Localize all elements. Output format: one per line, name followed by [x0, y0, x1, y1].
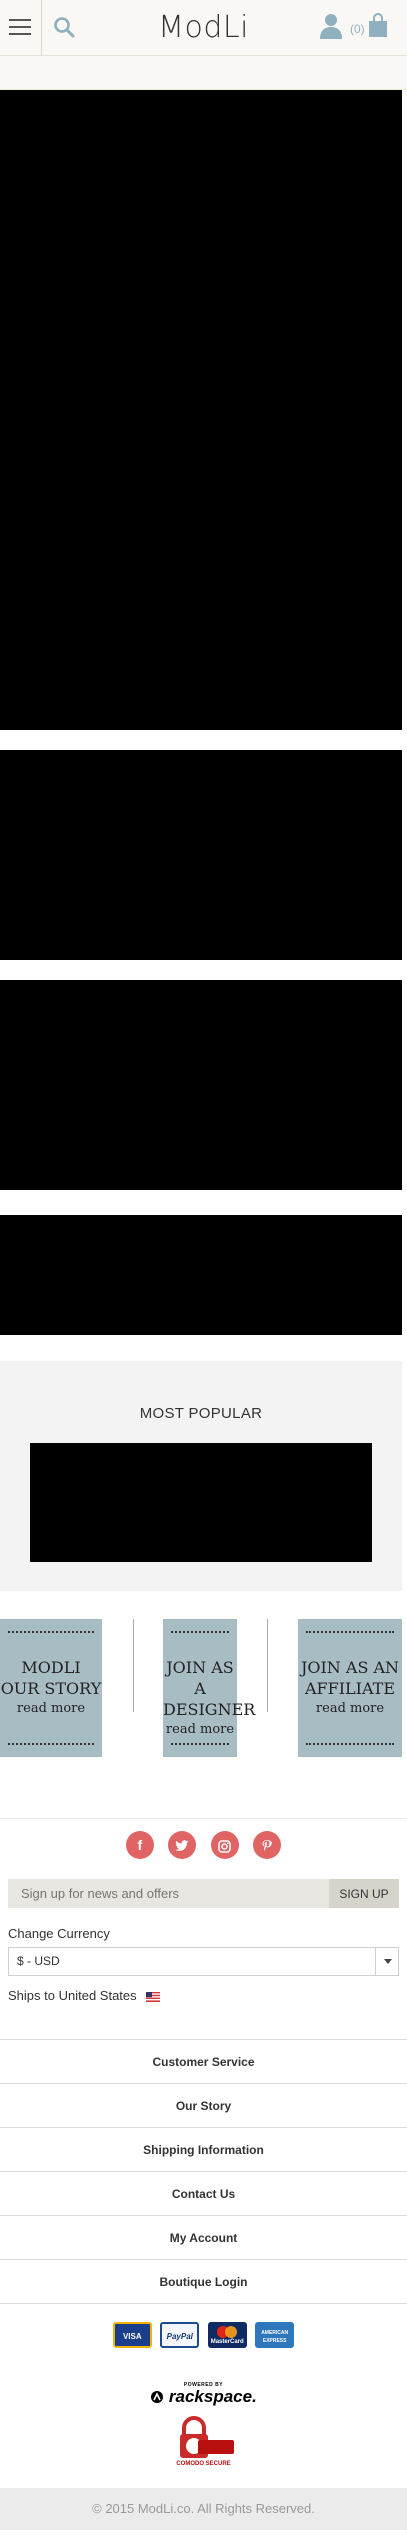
section-gap: [0, 730, 407, 750]
comodo-secure-icon: [179, 2416, 234, 2458]
page: ModLi (0) MOST POPULAR MODLI OUR STORY r…: [0, 0, 407, 2538]
card-dotted-border: [171, 1631, 229, 1633]
search-icon[interactable]: [53, 16, 75, 38]
most-popular-title: MOST POPULAR: [139, 1405, 263, 1422]
card-dotted-border: [8, 1743, 94, 1745]
hero-media[interactable]: [0, 90, 402, 730]
chevron-down-icon[interactable]: [375, 1948, 398, 1975]
copyright: © 2015 ModLi.co. All Rights Reserved.: [0, 2488, 407, 2530]
hamburger-menu-icon[interactable]: [9, 19, 31, 35]
newsletter-email-input[interactable]: [8, 1879, 329, 1908]
user-icon[interactable]: [318, 12, 344, 40]
card-dotted-border: [306, 1743, 394, 1745]
card-divider: [133, 1619, 134, 1712]
social-links: f: [0, 1831, 407, 1875]
rackspace-badge: POWERED BY rackspace.: [0, 2382, 407, 2412]
section-gap: [0, 960, 407, 980]
logo-text[interactable]: ModLi: [158, 10, 249, 45]
paypal-icon: PayPal: [160, 2322, 200, 2348]
comodo-text: COMODO SECURE: [176, 2461, 231, 2467]
card-join-designer[interactable]: JOIN AS A DESIGNER read more: [163, 1619, 256, 1757]
signup-button[interactable]: SIGN UP: [329, 1879, 399, 1908]
link-our-story[interactable]: Our Story: [0, 2084, 407, 2128]
rackspace-text: rackspace.: [168, 2387, 257, 2406]
link-shipping-information[interactable]: Shipping Information: [0, 2128, 407, 2172]
currency-value: $ - USD: [17, 1954, 60, 1968]
header-divider: [41, 0, 42, 56]
card-dotted-border: [8, 1631, 94, 1633]
currency-select[interactable]: $ - USD: [8, 1947, 399, 1976]
banner-media-3[interactable]: [0, 1215, 402, 1335]
site-header: ModLi (0): [0, 0, 407, 56]
site-footer: f SIGN UP Change Currency $ - USD Ships …: [0, 1818, 407, 2530]
header-spacer: [0, 56, 407, 90]
link-contact-us[interactable]: Contact Us: [0, 2172, 407, 2216]
us-flag-icon: [146, 1991, 161, 2002]
ships-to: Ships to United States: [8, 1988, 399, 2003]
most-popular-section: MOST POPULAR: [0, 1361, 402, 1591]
read-more-link[interactable]: read more: [0, 1699, 102, 1719]
card-our-story[interactable]: MODLI OUR STORY read more: [0, 1619, 102, 1757]
link-customer-service[interactable]: Customer Service: [0, 2040, 407, 2084]
info-cards: MODLI OUR STORY read more JOIN AS A DESI…: [0, 1591, 407, 1818]
ships-label: Ships to: [8, 1988, 55, 2003]
newsletter-signup: SIGN UP: [8, 1879, 399, 1908]
link-my-account[interactable]: My Account: [0, 2216, 407, 2260]
card-join-affiliate[interactable]: JOIN AS AN AFFILIATE read more: [298, 1619, 402, 1757]
cart-count[interactable]: (0): [350, 22, 365, 36]
ships-country[interactable]: United States: [59, 1988, 137, 2003]
read-more-link[interactable]: read more: [298, 1699, 402, 1719]
banner-media-2[interactable]: [0, 980, 402, 1190]
pinterest-icon[interactable]: [253, 1831, 282, 1859]
section-gap: [0, 1190, 407, 1215]
rackspace-logo: rackspace.: [0, 2388, 407, 2406]
amex-icon: AMERICAN EXPRESS: [255, 2322, 295, 2348]
comodo-secure-badge[interactable]: COMODO SECURE: [0, 2412, 407, 2468]
card-title: JOIN AS A DESIGNER: [163, 1658, 256, 1719]
link-boutique-login[interactable]: Boutique Login: [0, 2260, 407, 2304]
card-dotted-border: [306, 1631, 394, 1633]
payment-methods: VISA PayPal MasterCard AMERICAN EXPRESS: [0, 2304, 407, 2382]
facebook-icon[interactable]: f: [125, 1831, 154, 1859]
footer-links: Customer Service Our Story Shipping Info…: [0, 2039, 407, 2304]
card-dotted-border: [171, 1743, 229, 1745]
shopping-bag-icon[interactable]: [368, 12, 388, 38]
mastercard-icon: MasterCard: [207, 2322, 247, 2348]
instagram-icon[interactable]: [210, 1831, 239, 1859]
banner-media-1[interactable]: [0, 750, 402, 960]
currency-label: Change Currency: [8, 1926, 110, 1941]
twitter-icon[interactable]: [168, 1831, 197, 1859]
most-popular-media[interactable]: [30, 1443, 372, 1562]
card-divider: [267, 1619, 268, 1712]
mastercard-label: MasterCard: [210, 2339, 244, 2345]
visa-icon: VISA: [112, 2322, 152, 2348]
read-more-link[interactable]: read more: [163, 1720, 237, 1740]
